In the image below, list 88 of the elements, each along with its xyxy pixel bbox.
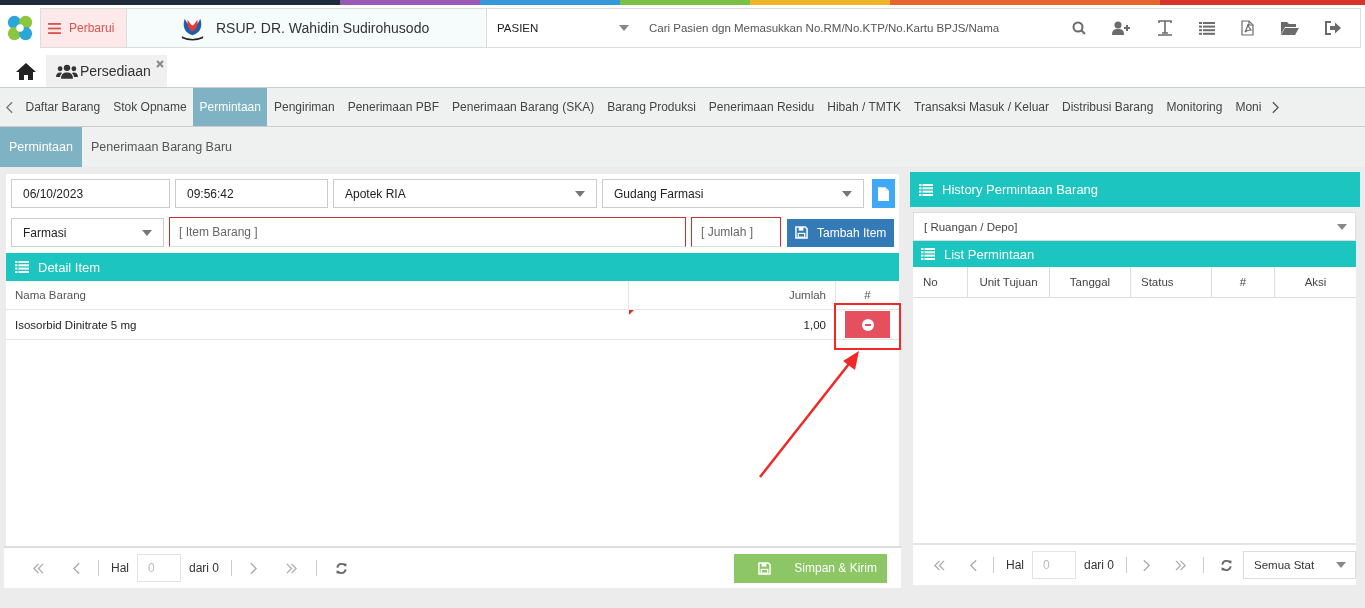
caret-icon [142, 229, 152, 236]
refresh-icon[interactable] [335, 561, 349, 575]
caret-icon [1337, 223, 1347, 230]
list-title: List Permintaan [944, 246, 1035, 262]
room-select[interactable]: [ Ruangan / Depo] [913, 212, 1356, 241]
page-count: dari 0 [1084, 558, 1115, 572]
page-input[interactable]: 0 [1032, 551, 1076, 579]
nav-tab[interactable]: Barang Produksi [600, 88, 703, 126]
double-chevron-left-icon[interactable] [933, 559, 946, 571]
history-title: History Permintaan Barang [942, 182, 1099, 197]
document-icon [878, 186, 889, 201]
time-field[interactable]: 09:56:42 [175, 179, 328, 208]
module-tab-label: Persediaan [80, 63, 151, 79]
double-chevron-left-icon[interactable] [32, 562, 45, 574]
date-field[interactable]: 06/10/2023 [11, 179, 170, 208]
highlight-frame [834, 303, 901, 350]
warehouse-select[interactable]: Gudang Farmasi [602, 179, 864, 208]
page-label: Hal [111, 561, 129, 575]
patient-search-field[interactable]: Cari Pasien dgn Memasukkan No.RM/No.KTP/No.Kartu BPJS/Nama [639, 8, 1059, 48]
minus-circle-icon [861, 318, 874, 331]
column-header: Jumlah [628, 281, 835, 309]
list-icon [921, 248, 935, 260]
remove-button[interactable] [845, 311, 890, 338]
chevron-left-icon[interactable] [970, 558, 977, 572]
add-item-button[interactable]: Tambah Item [787, 218, 895, 247]
scroll-left-icon[interactable] [6, 100, 13, 114]
caret-icon [575, 190, 585, 197]
close-icon[interactable] [155, 60, 164, 68]
column-header: Status [1130, 267, 1211, 297]
item-field[interactable]: [ Item Barang ] [169, 216, 686, 247]
sign-out-icon[interactable] [1324, 21, 1341, 35]
nav-tab[interactable]: Monitoring [1159, 88, 1229, 126]
status-filter-select[interactable]: Semua Stat [1243, 551, 1356, 579]
nav-tab[interactable]: Stok Opname [106, 88, 194, 126]
double-chevron-right-icon[interactable] [1174, 559, 1188, 571]
chevron-right-icon[interactable] [250, 561, 258, 575]
list-icon [919, 183, 933, 196]
refresh-icon[interactable] [1220, 558, 1234, 572]
chevron-left-icon[interactable] [73, 561, 80, 575]
table-cell-text: Isosorbid Dinitrate 5 mg [14, 317, 138, 333]
folder-icon[interactable] [1280, 21, 1299, 35]
column-header: Unit Tujuan [967, 267, 1049, 297]
search-icon[interactable] [1072, 21, 1087, 35]
nav-tab[interactable]: Penerimaan Residu [702, 88, 821, 126]
refresh-menu-button[interactable]: Perbarui [40, 8, 127, 48]
column-header: # [835, 281, 899, 309]
detail-title: Detail Item [38, 259, 101, 275]
scroll-right-icon[interactable] [1271, 100, 1279, 114]
column-header: # [1211, 267, 1274, 297]
unit-select[interactable]: Apotek RIA [333, 179, 597, 208]
nav-tab[interactable]: Transaksi Masuk / Keluar [907, 88, 1056, 126]
column-header: No [922, 275, 939, 290]
column-header: Tanggal [1049, 267, 1130, 297]
nav-tab[interactable]: Distribusi Barang [1055, 88, 1160, 126]
hospital-name: RSUP. DR. Wahidin Sudirohusodo [216, 20, 430, 36]
new-document-button[interactable] [872, 179, 895, 208]
save-icon [758, 561, 772, 575]
caret-icon [1336, 562, 1347, 568]
nav-tab[interactable]: Penerimaan Barang (SKA) [445, 88, 601, 126]
pdf-file-icon[interactable] [1241, 20, 1255, 36]
nav-tab[interactable]: Pengiriman [267, 88, 342, 126]
page-label: Hal [1006, 558, 1024, 572]
text-icon[interactable] [1156, 20, 1173, 36]
page-input[interactable]: 0 [137, 554, 181, 582]
list-icon[interactable] [1199, 21, 1215, 35]
double-chevron-right-icon[interactable] [285, 562, 299, 574]
caret-icon [842, 190, 852, 197]
menu-icon [48, 22, 61, 34]
module-tab[interactable]: Persediaan [46, 55, 167, 87]
logo-icon [6, 14, 34, 42]
column-header: Aksi [1274, 267, 1356, 297]
nav-tab[interactable]: Moni [1228, 88, 1268, 126]
chevron-right-icon[interactable] [1143, 558, 1151, 572]
user-plus-icon[interactable] [1112, 21, 1131, 35]
list-icon [15, 261, 29, 273]
home-icon[interactable] [16, 62, 36, 80]
users-icon [56, 63, 78, 79]
table-cell: 1,00 [628, 310, 835, 339]
category-select[interactable]: Farmasi [11, 218, 164, 247]
nav-tab[interactable]: Hibah / TMTK [820, 88, 908, 126]
quantity-field[interactable]: [ Jumlah ] [691, 216, 781, 247]
caret-icon [619, 25, 629, 31]
nav-tab[interactable]: Penerimaan PBF [341, 88, 446, 126]
column-header: Nama Barang [14, 288, 87, 303]
page-count: dari 0 [189, 561, 220, 575]
save-icon [795, 226, 808, 239]
nav-tab[interactable]: Daftar Barang [19, 88, 107, 126]
sub-tab[interactable]: Penerimaan Barang Baru [81, 127, 241, 167]
